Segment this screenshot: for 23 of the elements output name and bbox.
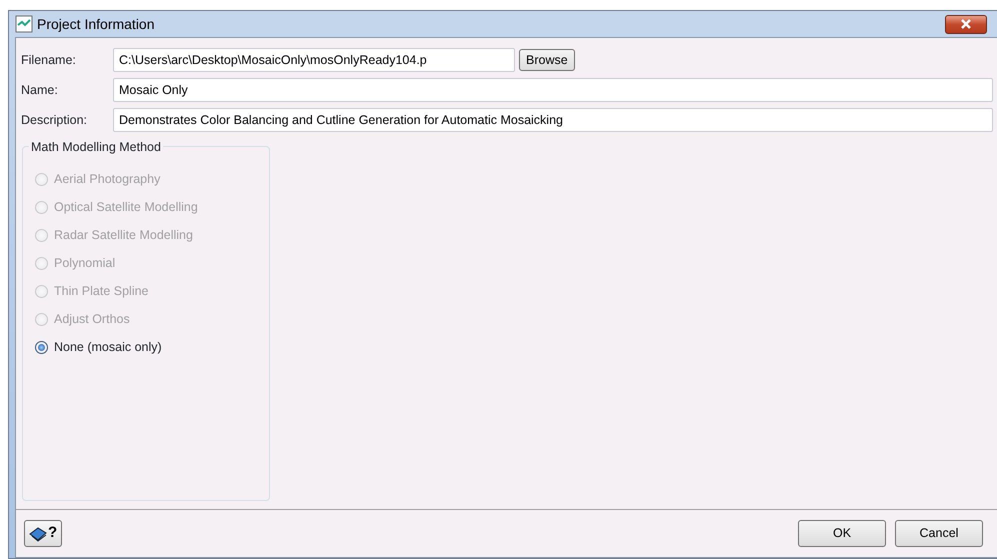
dialog-button[interactable]: Cancel (895, 520, 983, 547)
close-icon (959, 19, 973, 29)
help-button[interactable]: ? (24, 520, 62, 547)
radio-label: Polynomial (54, 254, 116, 272)
radio-label: Radar Satellite Modelling (54, 226, 193, 244)
radio-button[interactable] (35, 340, 48, 354)
radio-label: None (mosaic only) (54, 338, 162, 356)
book-icon (29, 526, 47, 542)
app-icon (15, 15, 33, 33)
radio-label: Optical Satellite Modelling (54, 198, 198, 216)
field-label: Name: (21, 82, 59, 99)
input-field[interactable]: C:\Users\arc\Desktop\MosaicOnly\mosOnlyReady104.p (113, 48, 515, 72)
radio-label: Adjust Orthos (54, 310, 130, 328)
field-label: Description: (21, 112, 88, 129)
field-label: Filename: (21, 52, 77, 69)
radio-label: Thin Plate Spline (54, 282, 149, 300)
input-field[interactable]: Mosaic Only (113, 78, 993, 102)
window-title: Project Information (37, 14, 154, 34)
browse-button[interactable]: Browse (519, 48, 575, 72)
dialog-button[interactable]: OK (798, 520, 886, 547)
close-button[interactable] (945, 14, 987, 34)
radio-label: Aerial Photography (54, 170, 160, 188)
input-field[interactable]: Demonstrates Color Balancing and Cutline Generation for Automatic Mosaicking (113, 108, 993, 132)
